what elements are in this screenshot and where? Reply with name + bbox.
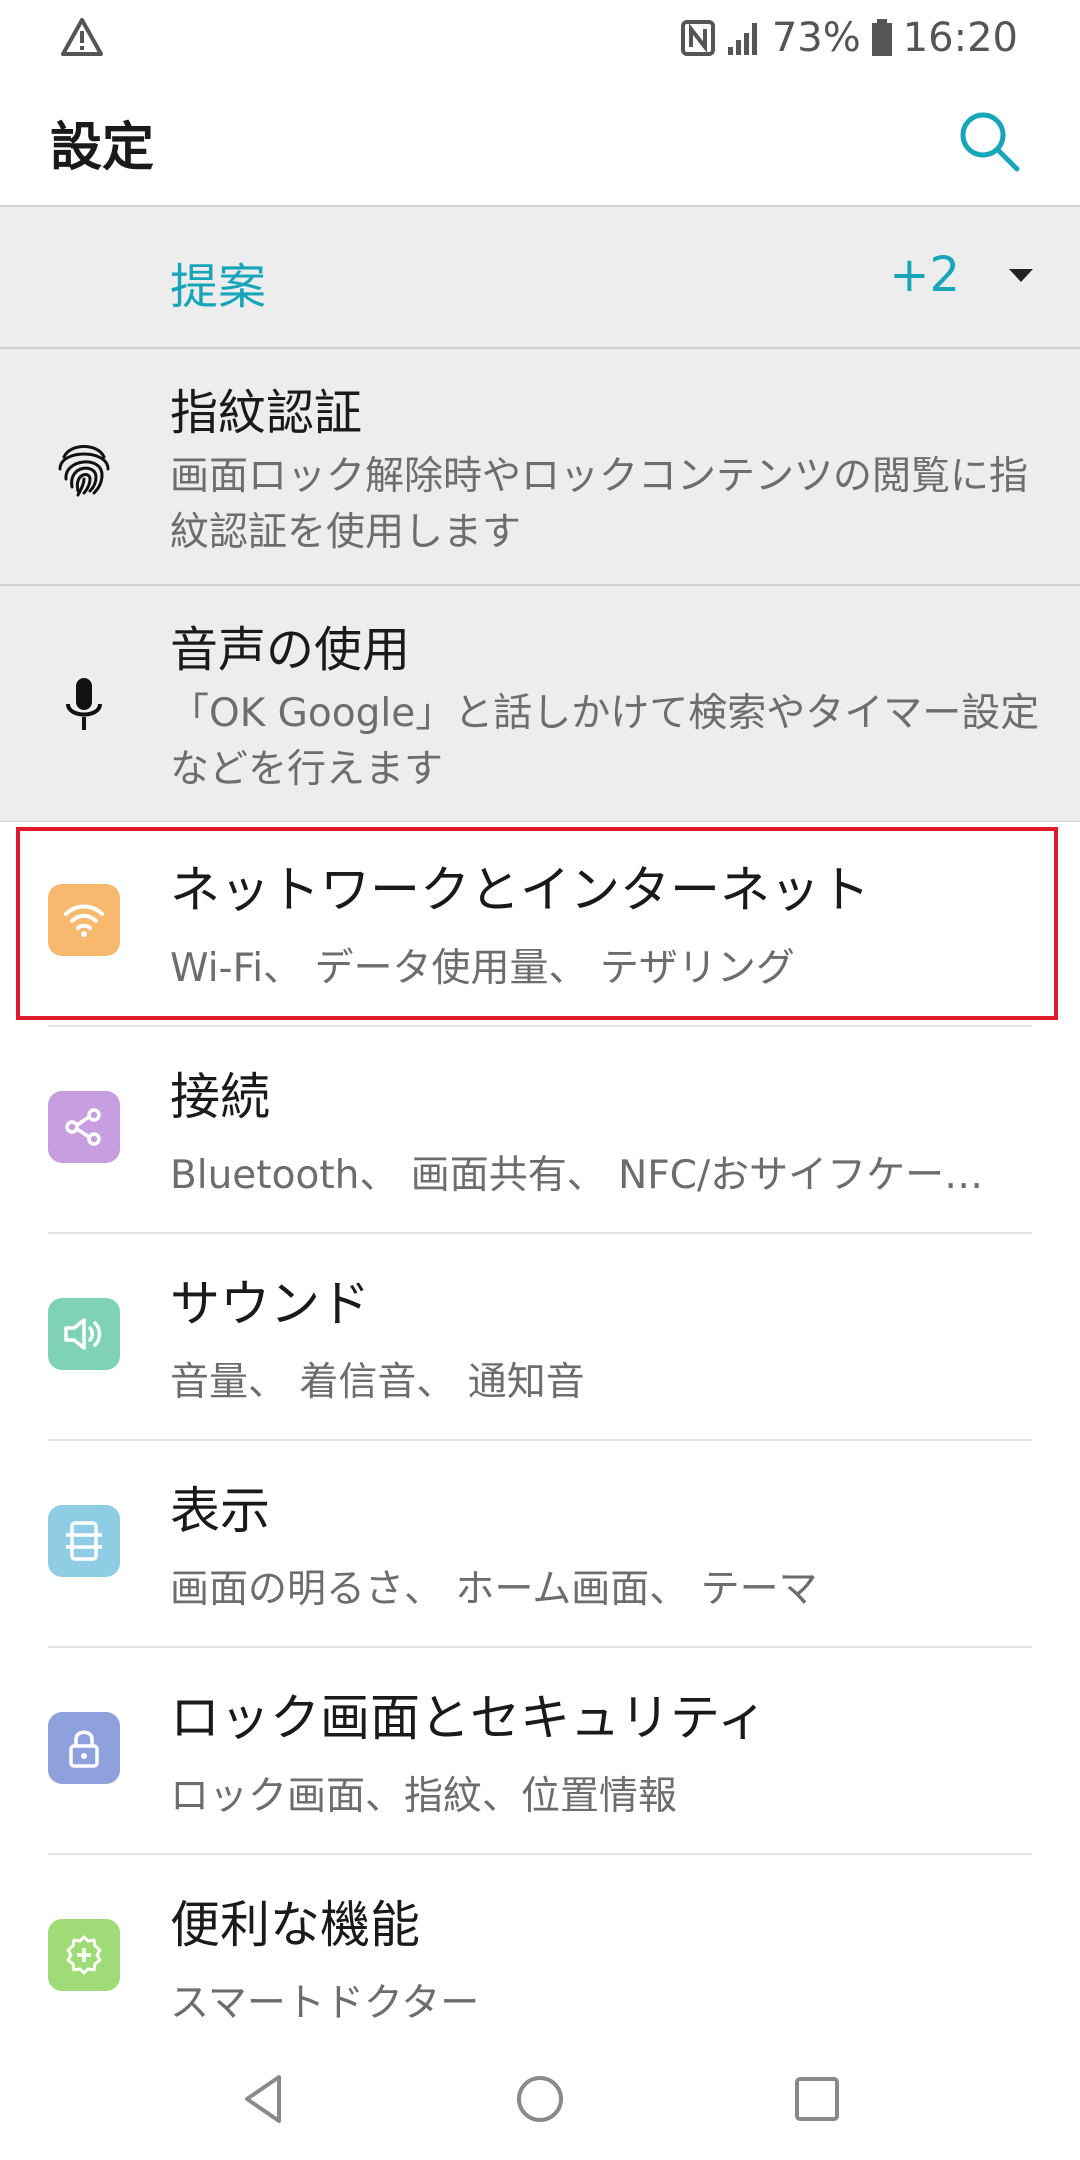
divider [48,1025,1032,1027]
divider [48,1853,1032,1855]
lock-icon [48,1712,120,1784]
settings-item-display[interactable]: 表示 画面の明るさ、 ホーム画面、 テーマ [0,1443,1080,1648]
suggestion-title: 音声の使用 [170,622,411,678]
recents-icon[interactable] [787,2069,847,2129]
suggestion-desc: 「OK Google」と話しかけて検索やタイマー設定などを行えます [170,691,1040,792]
setting-title: サウンド [170,1275,370,1333]
display-icon [48,1505,120,1577]
settings-item-lock-security[interactable]: ロック画面とセキュリティ ロック画面、指紋、位置情報 [0,1650,1080,1855]
setting-desc: 画面の明るさ、 ホーム画面、 テーマ [170,1567,818,1612]
status-bar: 73% 16:20 [0,0,1080,75]
fingerprint-icon [58,445,110,497]
navigation-bar [0,2035,1080,2160]
highlight-box [16,827,1058,1020]
clock: 16:20 [902,15,1018,61]
home-icon[interactable] [510,2069,570,2129]
microphone-icon [66,678,102,730]
setting-desc: 音量、 着信音、 通知音 [170,1360,585,1405]
setting-title: ロック画面とセキュリティ [170,1689,767,1747]
divider [48,1646,1032,1648]
suggestions-count: +2 [889,247,960,303]
settings-item-connection[interactable]: 接続 Bluetooth、 画面共有、 NFC/おサイフケー… [0,1029,1080,1234]
suggestion-fingerprint[interactable]: 指紋認証 画面ロック解除時やロックコンテンツの閲覧に指紋認証を使用します [0,349,1080,586]
setting-title: 接続 [170,1068,270,1126]
app-bar: 設定 [0,75,1080,207]
suggestions-header[interactable]: 提案 +2 [0,207,1080,349]
suggestion-voice[interactable]: 音声の使用 「OK Google」と話しかけて検索やタイマー設定などを行えます [0,586,1080,823]
divider [48,1232,1032,1234]
battery-icon [871,19,892,56]
back-icon[interactable] [233,2069,293,2129]
setting-desc: スマートドクター [170,1981,480,2026]
share-icon [48,1091,120,1163]
warning-icon [61,18,103,56]
speaker-icon [48,1298,120,1370]
signal-icon [727,23,757,55]
nfc-icon [680,20,715,56]
settings-item-sound[interactable]: サウンド 音量、 着信音、 通知音 [0,1236,1080,1441]
search-icon[interactable] [955,107,1025,177]
divider [48,1439,1032,1441]
suggestions-title: 提案 [170,259,267,315]
settings-item-convenience[interactable]: 便利な機能 スマートドクター [0,1857,1080,2035]
page-title: 設定 [50,118,155,178]
setting-title: 便利な機能 [170,1896,420,1954]
suggestion-desc: 画面ロック解除時やロックコンテンツの閲覧に指紋認証を使用します [170,454,1029,555]
caret-down-icon[interactable] [1009,269,1033,282]
setting-desc: ロック画面、指紋、位置情報 [170,1774,678,1819]
gear-plus-icon [48,1919,120,1991]
setting-title: 表示 [170,1482,270,1540]
suggestion-title: 指紋認証 [170,385,363,441]
setting-desc: Bluetooth、 画面共有、 NFC/おサイフケー… [170,1153,984,1198]
battery-percent: 73% [771,15,861,61]
